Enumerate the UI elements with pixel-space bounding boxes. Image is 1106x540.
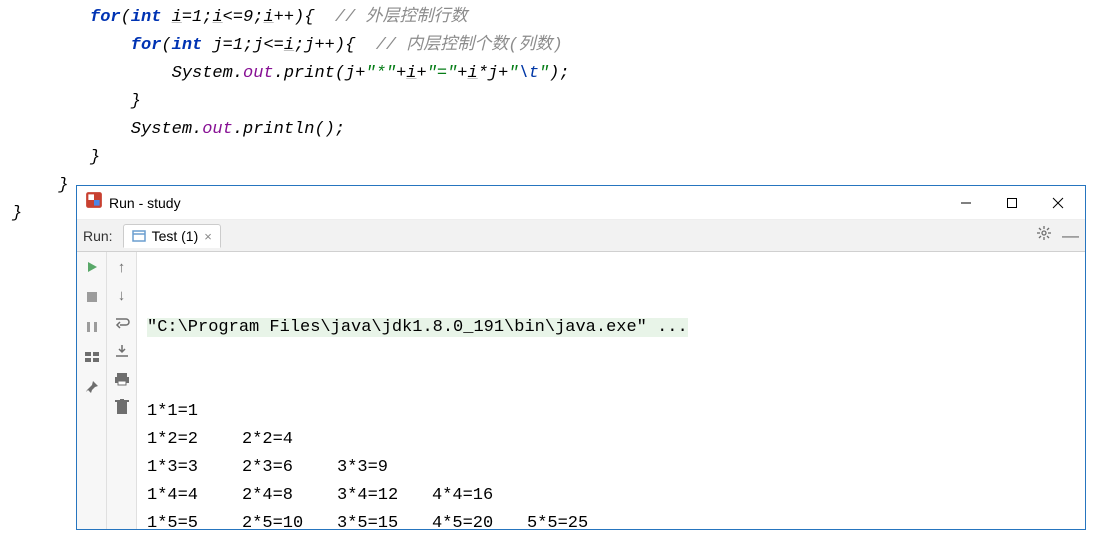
- table-cell: 4*5=20: [432, 510, 527, 529]
- run-config-icon: [132, 229, 146, 243]
- pause-icon[interactable]: [83, 318, 101, 336]
- table-cell: 1*3=3: [147, 454, 242, 482]
- window-close-button[interactable]: [1035, 187, 1081, 219]
- table-cell: 4*4=16: [432, 482, 527, 510]
- code-line: System.out.print(j+"*"+i+"="+i*j+"\t");: [90, 60, 1106, 88]
- print-icon[interactable]: [113, 370, 131, 388]
- code-line: }: [90, 88, 1106, 116]
- down-icon[interactable]: ↓: [113, 286, 131, 304]
- tab-label: Test (1): [152, 228, 199, 244]
- window-title: Run - study: [109, 195, 943, 211]
- code-line: for(int i=1;i<=9;i++){ // 外层控制行数: [90, 4, 1106, 32]
- table-cell: 3*4=12: [337, 482, 432, 510]
- table-cell: 1*1=1: [147, 398, 242, 426]
- scroll-to-end-icon[interactable]: [113, 342, 131, 360]
- trash-icon[interactable]: [113, 398, 131, 416]
- dump-icon[interactable]: [83, 348, 101, 366]
- code-line: System.out.println();: [90, 116, 1106, 144]
- table-cell: 3*5=15: [337, 510, 432, 529]
- titlebar[interactable]: Run - study: [77, 186, 1085, 220]
- tabbar: Run: Test (1) × —: [77, 220, 1085, 252]
- table-cell: 1*2=2: [147, 426, 242, 454]
- soft-wrap-icon[interactable]: [113, 314, 131, 332]
- run-icon[interactable]: [83, 258, 101, 276]
- run-label: Run:: [83, 228, 113, 244]
- app-icon: [85, 191, 109, 214]
- table-cell: 2*2=4: [242, 426, 337, 454]
- stop-icon[interactable]: [83, 288, 101, 306]
- table-cell: 5*5=25: [527, 510, 622, 529]
- code-line: for(int j=1;j<=i;j++){ // 内层控制个数(列数): [90, 32, 1106, 60]
- tab-close-icon[interactable]: ×: [204, 229, 212, 244]
- command-line: "C:\Program Files\java\jdk1.8.0_191\bin\…: [147, 318, 688, 337]
- table-cell: 2*4=8: [242, 482, 337, 510]
- run-tool-window: Run - study Run: Test (1) × —: [76, 185, 1086, 530]
- toolbar-column-2: ↑ ↓: [107, 252, 137, 529]
- toolbar-column-1: [77, 252, 107, 529]
- window-minimize-button[interactable]: [943, 187, 989, 219]
- multiplication-table: 1*1=11*2=22*2=41*3=32*3=63*3=9 1*4=42*4=8…: [147, 398, 1075, 529]
- table-cell: 3*3=9: [337, 454, 432, 482]
- gear-icon[interactable]: [1036, 225, 1052, 246]
- pin-icon[interactable]: [83, 378, 101, 396]
- hide-icon[interactable]: —: [1062, 226, 1079, 246]
- window-maximize-button[interactable]: [989, 187, 1035, 219]
- tab-test[interactable]: Test (1) ×: [123, 224, 221, 248]
- table-cell: 1*4=4: [147, 482, 242, 510]
- table-cell: 2*3=6: [242, 454, 337, 482]
- console-output[interactable]: "C:\Program Files\java\jdk1.8.0_191\bin\…: [137, 252, 1085, 529]
- table-cell: 1*5=5: [147, 510, 242, 529]
- up-icon[interactable]: ↑: [113, 258, 131, 276]
- code-line: }: [90, 144, 1106, 172]
- table-cell: 2*5=10: [242, 510, 337, 529]
